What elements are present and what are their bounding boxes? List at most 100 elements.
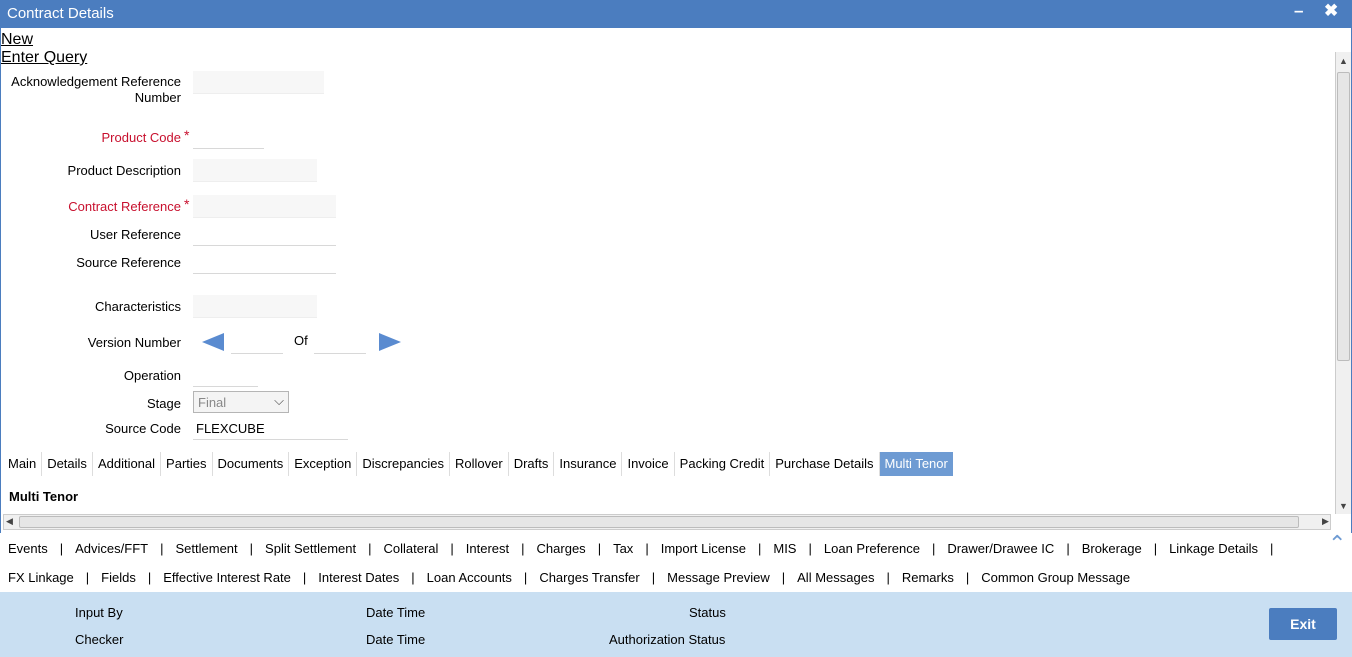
contract-reference-label: Contract Reference — [68, 199, 181, 214]
tab-purchase-details[interactable]: Purchase Details — [770, 452, 880, 476]
tab-insurance[interactable]: Insurance — [554, 452, 623, 476]
next-version-arrow-icon[interactable] — [379, 333, 401, 351]
toolbar-separator: | — [368, 541, 372, 556]
toolbar-link-remarks[interactable]: Remarks — [902, 570, 954, 585]
toolbar-link-drawer-drawee-ic[interactable]: Drawer/Drawee IC — [947, 541, 1054, 556]
scroll-down-arrow-icon[interactable]: ▼ — [1339, 501, 1348, 511]
bottom-toolbar: Events | Advices/FFT | Settlement | Split Sett… — [0, 533, 1352, 593]
enter-query-link[interactable]: Enter Query — [1, 49, 87, 67]
source-code-value: FLEXCUBE — [196, 421, 265, 436]
tab-additional[interactable]: Additional — [93, 452, 162, 476]
tab-parties[interactable]: Parties — [161, 452, 213, 476]
minimize-icon[interactable]: – — [1294, 1, 1303, 21]
section-title: Multi Tenor — [9, 489, 79, 504]
operation-field[interactable] — [193, 364, 258, 387]
chevron-down-icon: ⌵ — [274, 393, 284, 408]
tab-discrepancies[interactable]: Discrepancies — [357, 452, 451, 476]
close-icon[interactable]: ✖ — [1324, 1, 1338, 21]
product-code-label: Product Code — [101, 130, 182, 145]
toolbar-link-collateral[interactable]: Collateral — [383, 541, 438, 556]
tab-documents[interactable]: Documents — [213, 452, 290, 476]
toolbar-link-charges[interactable]: Charges — [537, 541, 586, 556]
toolbar-link-tax[interactable]: Tax — [613, 541, 633, 556]
toolbar-separator: | — [147, 570, 152, 585]
toolbar-link-advices-fft[interactable]: Advices/FFT — [75, 541, 148, 556]
status-label: Status — [689, 605, 726, 620]
toolbar-separator: | — [160, 541, 164, 556]
audit-footer: Input By Date Time Status Checker Date T… — [0, 592, 1352, 657]
scroll-left-arrow-icon[interactable]: ◀ — [6, 516, 13, 527]
toolbar-link-all-messages[interactable]: All Messages — [797, 570, 874, 585]
ack-ref-field[interactable] — [193, 71, 324, 94]
version-total-field[interactable] — [314, 331, 366, 354]
scroll-right-arrow-icon[interactable]: ▶ — [1322, 516, 1329, 527]
toolbar-link-split-settlement[interactable]: Split Settlement — [265, 541, 356, 556]
tab-rollover[interactable]: Rollover — [450, 452, 509, 476]
contract-reference-field[interactable] — [193, 195, 336, 218]
vertical-scroll-thumb[interactable] — [1337, 72, 1350, 361]
toolbar-link-events[interactable]: Events — [8, 541, 48, 556]
previous-version-arrow-icon[interactable] — [202, 333, 224, 351]
toolbar-link-effective-interest-rate[interactable]: Effective Interest Rate — [163, 570, 291, 585]
toolbar-link-charges-transfer[interactable]: Charges Transfer — [539, 570, 639, 585]
date-time-label: Date Time — [366, 632, 426, 647]
product-code-field[interactable] — [193, 126, 264, 149]
toolbar-link-mis[interactable]: MIS — [773, 541, 796, 556]
characteristics-field[interactable] — [193, 295, 317, 318]
toolbar-separator: | — [523, 570, 528, 585]
tab-packing-credit[interactable]: Packing Credit — [675, 452, 771, 476]
tab-invoice[interactable]: Invoice — [622, 452, 675, 476]
toolbar-link-interest[interactable]: Interest — [466, 541, 509, 556]
product-description-field[interactable] — [193, 159, 317, 182]
source-code-label: Source Code — [105, 421, 181, 436]
toolbar-separator: | — [249, 541, 254, 556]
toolbar-link-linkage-details[interactable]: Linkage Details — [1169, 541, 1258, 556]
tab-multi-tenor[interactable]: Multi Tenor — [879, 452, 953, 476]
source-reference-field[interactable] — [193, 251, 336, 274]
operation-label: Operation — [123, 368, 181, 383]
toolbar-separator: | — [1153, 541, 1158, 556]
toolbar-link-interest-dates[interactable]: Interest Dates — [318, 570, 399, 585]
collapse-toolbar-icon[interactable]: ⌃ — [1328, 531, 1346, 557]
tab-exception[interactable]: Exception — [289, 452, 358, 476]
version-number-field[interactable] — [231, 331, 283, 354]
toolbar-link-fx-linkage[interactable]: FX Linkage — [8, 570, 74, 585]
toolbar-separator: | — [1269, 541, 1274, 556]
horizontal-scroll-thumb[interactable] — [19, 516, 1299, 528]
toolbar-separator: | — [597, 541, 602, 556]
user-reference-field[interactable] — [193, 223, 336, 246]
toolbar-separator: | — [757, 541, 762, 556]
tab-main[interactable]: Main — [3, 452, 43, 476]
toolbar-link-fields[interactable]: Fields — [101, 570, 136, 585]
version-number-label: Version Number — [87, 335, 181, 350]
input-by-label: Input By — [75, 605, 123, 620]
toolbar-link-message-preview[interactable]: Message Preview — [667, 570, 770, 585]
toolbar-separator: | — [302, 570, 307, 585]
toolbar-separator: | — [411, 570, 415, 585]
toolbar-separator: | — [85, 570, 90, 585]
toolbar-link-loan-preference[interactable]: Loan Preference — [824, 541, 920, 556]
required-mark: * — [184, 127, 190, 143]
scroll-up-arrow-icon[interactable]: ▲ — [1339, 56, 1348, 66]
toolbar-link-brokerage[interactable]: Brokerage — [1082, 541, 1142, 556]
checker-label: Checker — [75, 632, 124, 647]
stage-select-value: Final — [198, 395, 227, 410]
source-code-field[interactable]: FLEXCUBE — [193, 417, 348, 440]
toolbar-link-settlement[interactable]: Settlement — [176, 541, 238, 556]
toolbar-separator: | — [965, 570, 970, 585]
exit-button[interactable]: Exit — [1269, 608, 1337, 640]
stage-select[interactable]: Final ⌵ — [193, 391, 289, 413]
source-reference-label: Source Reference — [76, 255, 181, 270]
new-link[interactable]: New — [1, 31, 33, 49]
toolbar-link-import-license[interactable]: Import License — [661, 541, 746, 556]
toolbar-separator: | — [521, 541, 525, 556]
tab-details[interactable]: Details — [42, 452, 93, 476]
toolbar-separator: | — [886, 570, 890, 585]
toolbar-link-common-group-message[interactable]: Common Group Message — [981, 570, 1130, 585]
ack-ref-label: Acknowledgement Reference Number — [11, 74, 181, 106]
toolbar-link-loan-accounts[interactable]: Loan Accounts — [427, 570, 512, 585]
tab-drafts[interactable]: Drafts — [509, 452, 555, 476]
product-description-label: Product Description — [67, 163, 181, 178]
toolbar-separator: | — [450, 541, 454, 556]
toolbar-separator: | — [932, 541, 936, 556]
